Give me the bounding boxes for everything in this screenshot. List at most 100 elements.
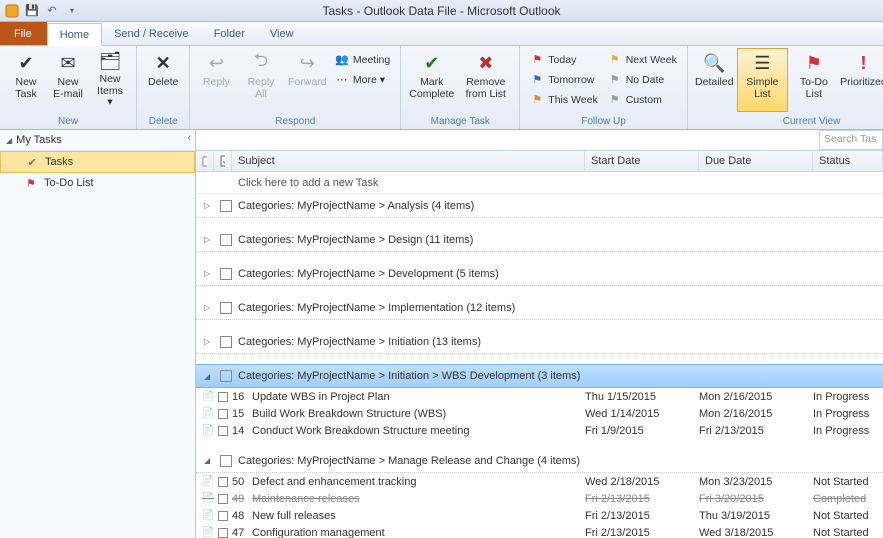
group-checkbox[interactable] [220,336,232,348]
expand-icon[interactable]: ▷ [204,201,214,210]
more-respond-button[interactable]: ⋯More ▾ [331,70,394,89]
detailed-view-button[interactable]: 🔍Detailed [694,48,735,112]
group-checkbox[interactable] [220,268,232,280]
col-icon[interactable] [196,151,214,171]
task-due-date: Mon 2/16/2015 [699,408,813,420]
group-header[interactable]: ▷ Categories: MyProjectName > Design (11 … [196,228,883,252]
tomorrow-button[interactable]: ⚑Tomorrow [526,70,601,89]
no-date-button[interactable]: ⚑No Date [604,70,681,89]
task-due-date: Wed 3/18/2015 [699,527,813,538]
collapse-icon[interactable]: ◢ [204,372,214,381]
remove-from-list-button[interactable]: ✖Remove from List [458,48,513,112]
today-button[interactable]: ⚑Today [526,50,601,69]
task-subject: Build Work Breakdown Structure (WBS) [252,408,585,420]
reply-button[interactable]: ↩Reply [196,48,236,112]
flag-red-icon: ⚑ [530,53,544,67]
qat-dropdown-icon[interactable]: ▾ [64,3,80,19]
this-week-button[interactable]: ⚑This Week [526,90,601,109]
task-row[interactable]: 📄47Configuration managementFri 2/13/2015… [196,524,883,538]
next-week-button[interactable]: ⚑Next Week [604,50,681,69]
col-complete[interactable] [214,151,232,171]
reply-all-button[interactable]: ⮌Reply All [238,48,283,112]
new-email-button[interactable]: ✉New E-mail [48,48,88,112]
delete-button[interactable]: ✕Delete [143,48,183,112]
task-row[interactable]: 📄49Maintenance releasesFri 2/13/2015Fri … [196,490,883,507]
expand-icon[interactable]: ▷ [204,303,214,312]
col-due-date[interactable]: Due Date [699,151,813,171]
search-input[interactable]: Search Tas [819,130,883,150]
task-checkbox[interactable] [216,392,230,402]
group-header[interactable]: ▷Categories: MyProjectName > Analysis (4… [196,194,883,218]
col-subject[interactable]: Subject [232,151,585,171]
task-number: 15 [230,408,252,420]
collapse-nav-button[interactable]: ‹ [187,132,191,144]
tab-view[interactable]: View [258,22,307,45]
mark-complete-button[interactable]: ✔Mark Complete [407,48,456,112]
task-subject: Update WBS in Project Plan [252,391,585,403]
flag-blue-icon: ⚑ [530,73,544,87]
task-checkbox[interactable] [216,528,230,538]
flag-yellow-icon: ⚑ [608,53,622,67]
task-row[interactable]: 📄16Update WBS in Project PlanThu 1/15/20… [196,388,883,405]
group-checkbox[interactable] [220,455,232,467]
task-list: ▷Categories: MyProjectName > Analysis (4… [196,194,883,538]
nav-header-label: My Tasks [16,134,62,146]
group-header[interactable]: ▷Categories: MyProjectName > Implementat… [196,296,883,320]
meeting-button[interactable]: 👥Meeting [331,50,394,69]
flag-orange-icon: ⚑ [530,93,544,107]
task-checkbox[interactable] [216,494,230,504]
nav-item-todo[interactable]: ⚑ To-Do List [0,173,195,193]
reply-icon: ↩ [204,51,228,75]
task-row[interactable]: 📄15Build Work Breakdown Structure (WBS)W… [196,405,883,422]
task-checkbox[interactable] [216,477,230,487]
remove-list-icon: ✖ [474,51,498,75]
col-start-date[interactable]: Start Date [585,151,699,171]
tab-home[interactable]: Home [47,23,102,46]
items-icon: 🗂 [98,51,122,72]
nav-item-tasks[interactable]: ✔ Tasks [0,151,195,173]
expand-icon[interactable]: ▷ [204,337,214,346]
tab-send-receive[interactable]: Send / Receive [102,22,202,45]
expand-icon[interactable]: ▷ [204,269,214,278]
group-checkbox[interactable] [220,200,232,212]
group-header[interactable]: ◢Categories: MyProjectName > Manage Rele… [196,449,883,473]
group-label: Categories: MyProjectName > Design (11 i… [238,234,473,246]
collapse-icon[interactable]: ◢ [204,456,214,465]
group-checkbox[interactable] [220,370,232,382]
task-row[interactable]: 📄50Defect and enhancement trackingWed 2/… [196,473,883,490]
save-icon[interactable]: 💾 [24,3,40,19]
todo-list-view-button[interactable]: ⚑To-Do List [790,48,838,112]
group-checkbox[interactable] [220,302,232,314]
tab-folder[interactable]: Folder [202,22,258,45]
group-header[interactable]: ▷Categories: MyProjectName > Development… [196,262,883,286]
simple-list-view-button[interactable]: ☰Simple List [737,48,788,112]
expand-icon[interactable]: ▷ [204,235,214,244]
group-delete: ✕Delete Delete [137,46,190,129]
prioritized-view-button[interactable]: !Prioritized [840,48,883,112]
task-number: 14 [230,425,252,437]
group-header[interactable]: ▷Categories: MyProjectName > Initiation … [196,330,883,354]
task-checkbox[interactable] [216,409,230,419]
task-checkbox[interactable] [216,511,230,521]
tab-file[interactable]: File [0,22,47,45]
task-icon: 📄 [200,408,216,419]
undo-icon[interactable]: ↶ [44,3,60,19]
forward-button[interactable]: ↪Forward [286,48,329,112]
nav-header-my-tasks[interactable]: ◢ My Tasks [0,130,195,151]
task-icon: 📄 [200,493,216,504]
group-header[interactable]: ◢Categories: MyProjectName > Initiation … [196,364,883,388]
task-subject: Defect and enhancement tracking [252,476,585,488]
meeting-icon: 👥 [335,53,349,67]
task-checkbox[interactable] [216,426,230,436]
new-items-button[interactable]: 🗂New Items ▾ [90,48,130,112]
custom-follow-button[interactable]: ⚑Custom [604,90,681,109]
new-task-row[interactable]: Click here to add a new Task [196,172,883,194]
group-checkbox[interactable] [220,234,232,246]
title-bar: 💾 ↶ ▾ Tasks - Outlook Data File - Micros… [0,0,883,22]
col-status[interactable]: Status [813,151,883,171]
task-row[interactable]: 📄14Conduct Work Breakdown Structure meet… [196,422,883,439]
task-start-date: Wed 2/18/2015 [585,476,699,488]
task-icon: 📄 [200,476,216,487]
task-row[interactable]: 📄48New full releasesFri 2/13/2015Thu 3/1… [196,507,883,524]
new-task-button[interactable]: ✔New Task [6,48,46,112]
